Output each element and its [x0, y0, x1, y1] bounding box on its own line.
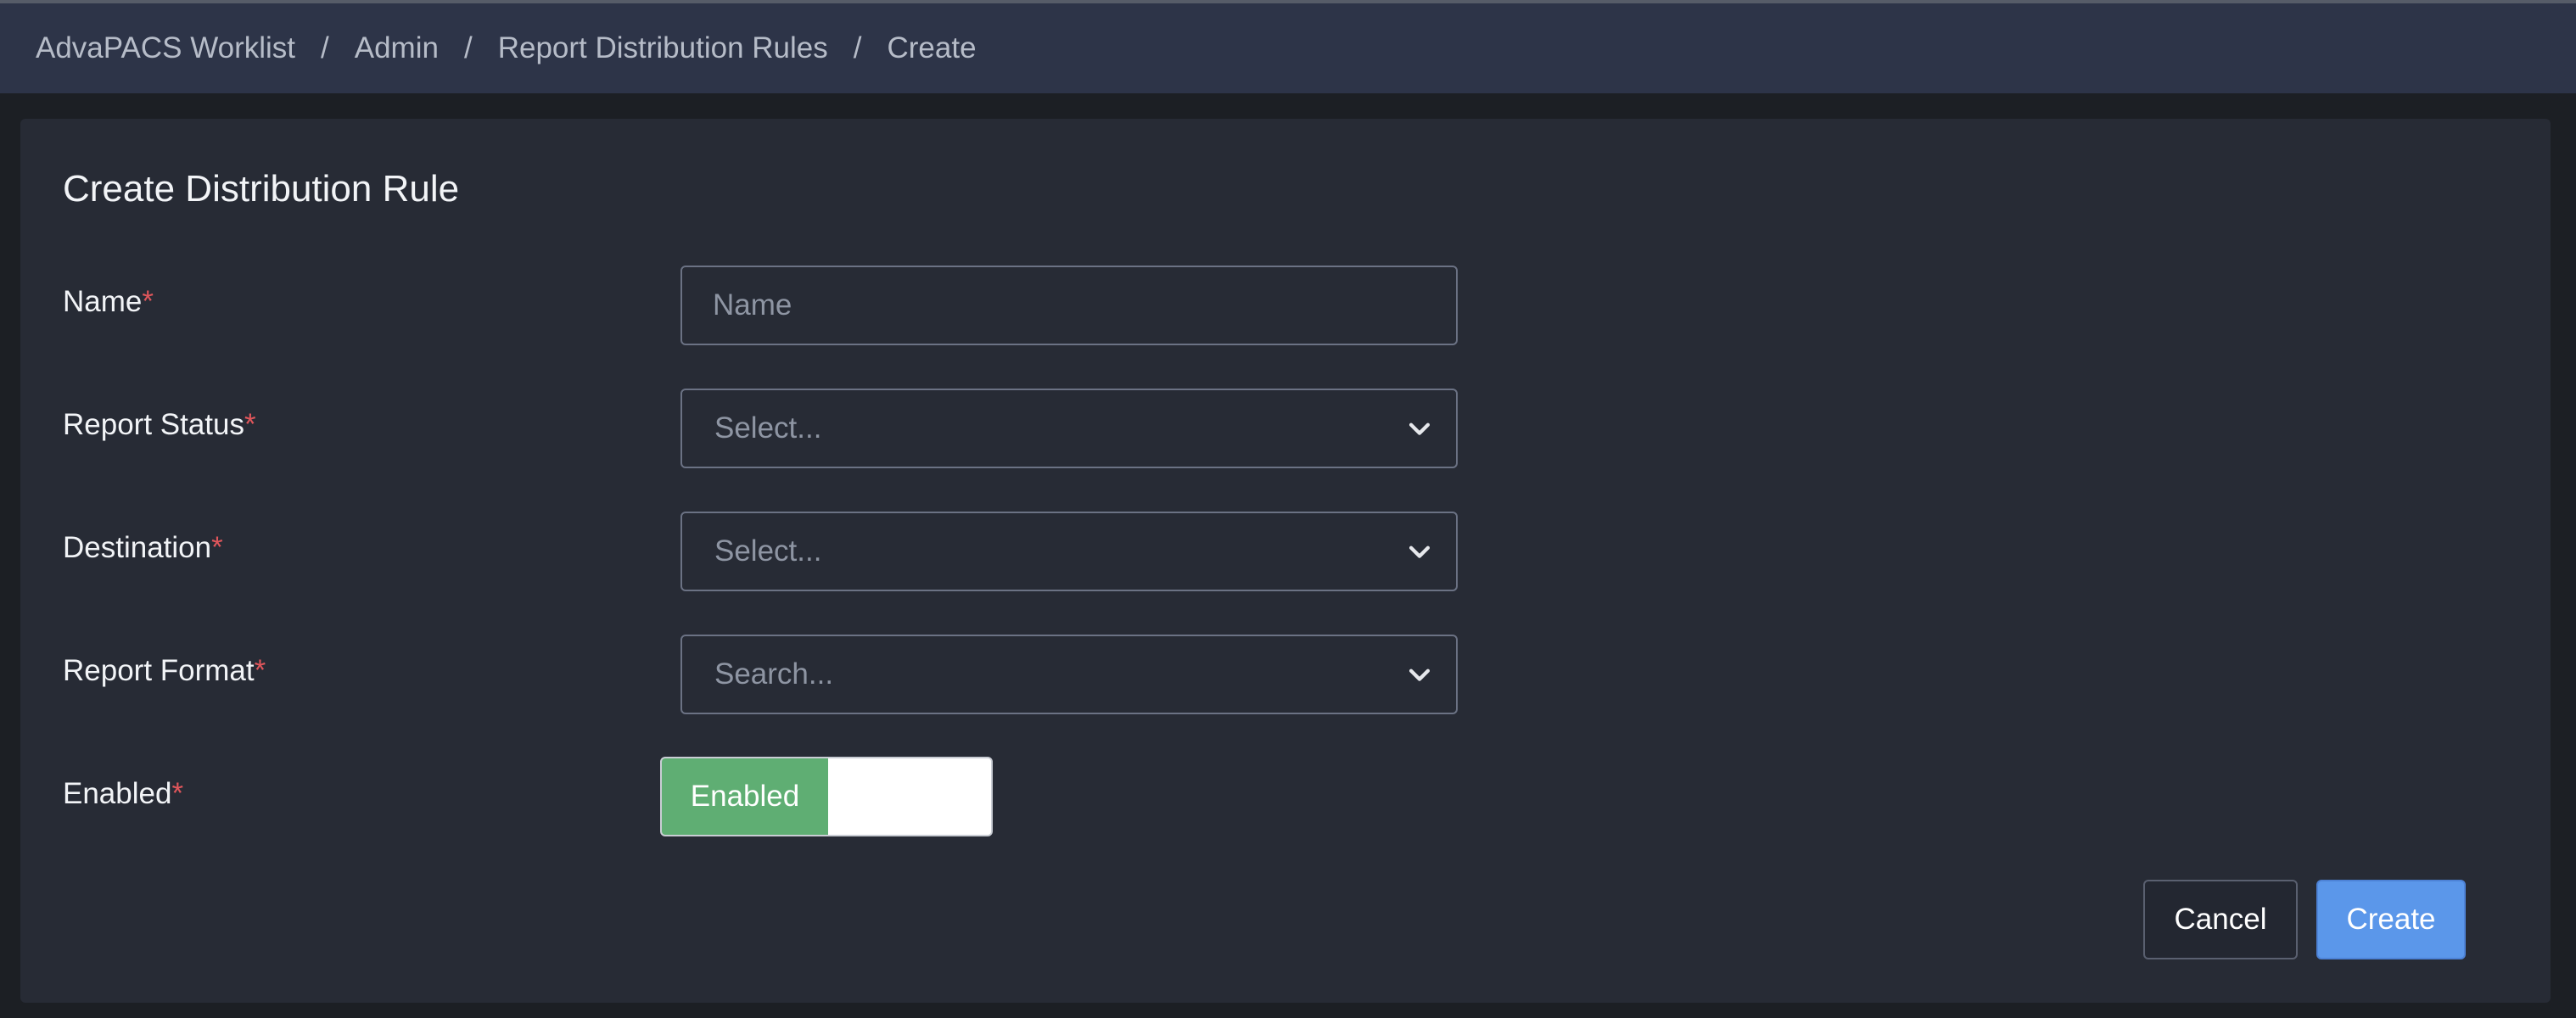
destination-placeholder: Select... [714, 534, 822, 568]
toggle-off-segment[interactable] [828, 758, 991, 835]
enabled-label-text: Enabled [63, 777, 172, 810]
destination-label: Destination* [63, 531, 223, 565]
report-status-placeholder: Select... [714, 411, 822, 445]
breadcrumb-separator: / [463, 31, 473, 64]
report-status-label: Report Status* [63, 408, 256, 442]
name-label-text: Name [63, 285, 143, 318]
chevron-down-icon[interactable] [1405, 414, 1434, 443]
required-marker: * [244, 408, 256, 441]
chevron-down-icon[interactable] [1405, 660, 1434, 689]
breadcrumb-worklist[interactable]: AdvaPACS Worklist [36, 31, 295, 65]
chevron-down-icon[interactable] [1405, 537, 1434, 566]
report-status-select[interactable]: Select... [680, 389, 1458, 468]
report-format-placeholder: Search... [714, 657, 834, 691]
breadcrumb: AdvaPACS Worklist / Admin / Report Distr… [0, 3, 2576, 93]
breadcrumb-admin[interactable]: Admin [355, 31, 439, 65]
required-marker: * [254, 654, 266, 687]
report-format-select[interactable]: Search... [680, 635, 1458, 714]
breadcrumb-create: Create [887, 31, 977, 64]
report-status-label-text: Report Status [63, 408, 244, 441]
enabled-toggle[interactable]: Enabled [660, 757, 993, 836]
required-marker: * [211, 531, 223, 564]
required-marker: * [171, 777, 184, 810]
breadcrumb-separator: / [321, 31, 329, 64]
page-title: Create Distribution Rule [63, 168, 460, 210]
name-label: Name* [63, 285, 154, 319]
cancel-button[interactable]: Cancel [2143, 880, 2298, 959]
toggle-on-segment[interactable]: Enabled [662, 758, 828, 835]
breadcrumb-separator: / [853, 31, 862, 64]
name-field[interactable] [680, 266, 1458, 345]
create-button[interactable]: Create [2316, 880, 2466, 959]
destination-label-text: Destination [63, 531, 212, 564]
required-marker: * [142, 285, 154, 318]
report-format-label-text: Report Format [63, 654, 255, 687]
report-format-label: Report Format* [63, 654, 266, 688]
destination-select[interactable]: Select... [680, 512, 1458, 591]
create-rule-card: Create Distribution Rule Name* Report St… [20, 119, 2551, 1003]
enabled-label: Enabled* [63, 777, 183, 811]
breadcrumb-report-distribution-rules[interactable]: Report Distribution Rules [498, 31, 828, 65]
name-input[interactable] [682, 267, 1456, 344]
